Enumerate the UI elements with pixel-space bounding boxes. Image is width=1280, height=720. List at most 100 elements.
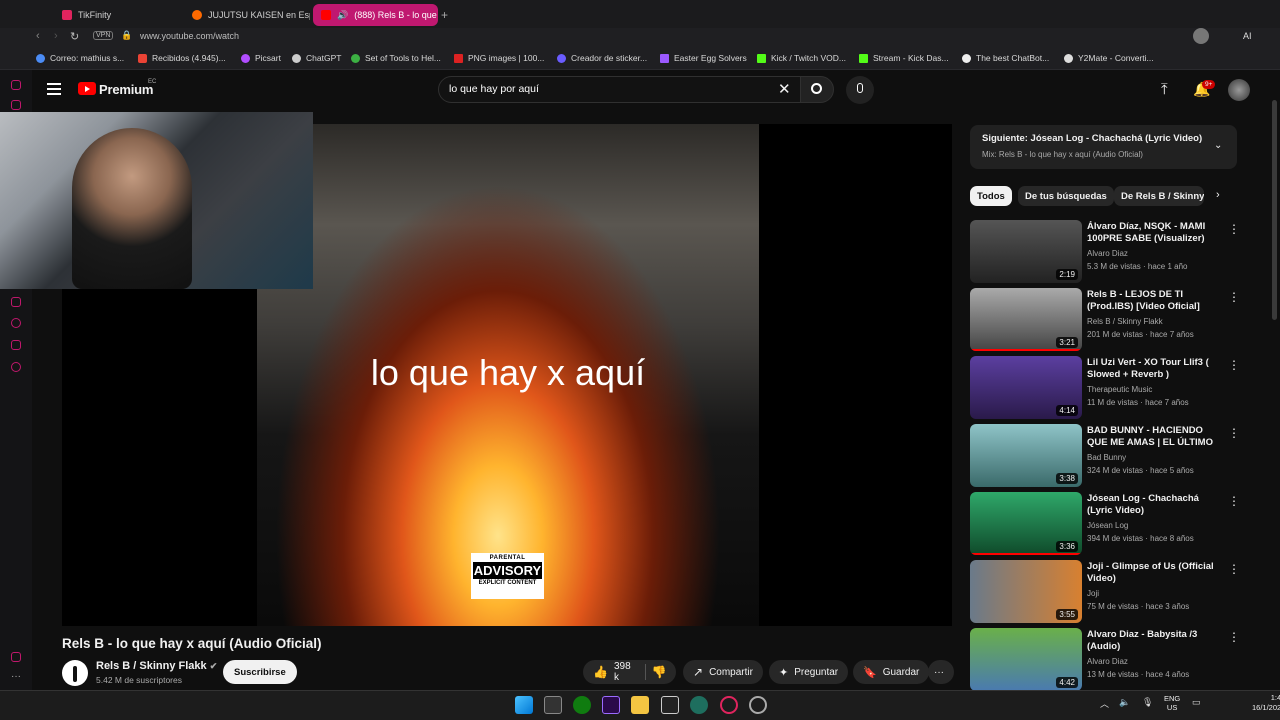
more-vertical-icon[interactable]: ⋮ [1228,630,1240,644]
bookmark-correo[interactable]: Correo: mathius s... [36,53,124,63]
list-item[interactable]: 2:19 Álvaro Díaz, NSQK - MAMI 100PRE SAB… [970,220,1250,284]
bookmark-png[interactable]: PNG images | 100... [454,53,544,63]
chip-de-tus-busquedas[interactable]: De tus búsquedas [1018,186,1114,206]
bookmark-tools[interactable]: Set of Tools to Hel... [351,53,441,63]
list-item[interactable]: 4:14 Lil Uzi Vert - XO Tour Llif3 ( Slow… [970,356,1250,420]
list-item[interactable]: 3:36 Jósean Log - Chachachá (Lyric Video… [970,492,1250,556]
language-indicator[interactable]: ENG US [1164,694,1180,712]
bookmark-chatgpt[interactable]: ChatGPT [292,53,341,63]
upload-icon[interactable]: ⤒ [1161,81,1168,98]
twitch-icon[interactable] [11,100,21,110]
hamburger-menu-icon[interactable] [47,83,61,95]
list-item[interactable]: 3:55 Joji - Glimpse of Us (Official Vide… [970,560,1250,624]
like-button[interactable]: 👍 398 k 👎 [583,660,676,684]
opera-gx-icon[interactable] [720,696,738,714]
more-vertical-icon[interactable]: ⋮ [1228,562,1240,576]
ask-button[interactable]: ✦ Preguntar [769,660,849,684]
bookmark-kick-twitch[interactable]: Kick / Twitch VOD... [757,53,846,63]
volume-icon[interactable]: 🔈 [1119,697,1130,708]
channel-avatar[interactable] [62,660,88,686]
xbox-icon[interactable] [573,696,591,714]
sticker-icon [557,53,566,63]
chip-de-rels-b[interactable]: De Rels B / Skinny [1114,186,1204,206]
video-thumbnail[interactable]: 3:36 [970,492,1082,555]
scrollbar[interactable] [1272,100,1277,320]
bookmark-kick-dash[interactable]: Stream - Kick Das... [859,53,949,63]
clear-search-icon[interactable]: ✕ [778,80,791,98]
more-vertical-icon[interactable]: ⋮ [1228,290,1240,304]
bookmark-easter-egg[interactable]: Easter Egg Solvers [660,53,747,63]
share-button[interactable]: ↗ Compartir [683,660,763,684]
chevron-down-icon[interactable]: ⌄ [1214,140,1222,151]
up-next-card[interactable] [970,125,1237,169]
save-button[interactable]: 🔖 Guardar [853,660,930,684]
bookmark-stickers[interactable]: Creador de sticker... [557,53,647,63]
list-item[interactable]: 3:38 BAD BUNNY - HACIENDO QUE ME AMAS | … [970,424,1250,488]
profile-avatar[interactable] [1193,28,1209,44]
mic-tray-icon[interactable]: 🎙 [1142,697,1153,708]
more-vertical-icon[interactable]: ⋮ [1228,426,1240,440]
chip-todos[interactable]: Todos [970,186,1012,206]
youtube-logo-icon[interactable] [78,82,96,95]
more-vertical-icon[interactable]: ⋮ [1228,494,1240,508]
voice-search-button[interactable] [846,76,874,104]
tab-youtube-active[interactable]: 🔊 (888) Rels B - lo que h [313,4,438,26]
capcut-icon[interactable] [661,696,679,714]
notion-icon[interactable] [544,696,562,714]
layers-icon[interactable] [11,297,21,307]
bookmark-y2mate[interactable]: Y2Mate - Converti... [1064,53,1154,63]
youtube-logo-text[interactable]: Premium [99,82,153,97]
subscribe-button[interactable]: Suscribirse [223,660,297,684]
system-clock[interactable]: 1:4516/1/2026 [1252,693,1280,713]
back-icon[interactable]: ‹ [36,30,40,42]
more-icon[interactable]: ··· [11,672,21,684]
bookmark-recibidos[interactable]: Recibidos (4.945)... [138,53,226,63]
more-vertical-icon[interactable]: ⋮ [1228,222,1240,236]
vpn-badge[interactable]: VPN [93,31,114,40]
video-thumbnail[interactable]: 3:21 [970,288,1082,351]
up-next-title[interactable]: Siguiente: Jósean Log - Chachachá (Lyric… [982,133,1202,144]
list-item[interactable]: 3:21 Rels B - LEJOS DE TI (Prod.IBS) [Vi… [970,288,1250,352]
picsart-icon [241,53,250,63]
search-input-value[interactable]: lo que hay por aquí [449,83,539,95]
bookmark-chatbot[interactable]: The best ChatBot... [962,53,1049,63]
account-avatar[interactable] [1228,79,1250,101]
clock-icon[interactable] [11,318,21,328]
thumbs-down-icon[interactable]: 👎 [652,665,667,679]
tray-chevron-icon[interactable]: ︿ [1100,697,1109,710]
bookmark-picsart[interactable]: Picsart [241,53,281,63]
more-vertical-icon[interactable]: ⋮ [1228,358,1240,372]
forward-icon[interactable]: › [54,30,58,42]
easter-egg-icon [660,53,669,63]
video-title: Rels B - lo que hay x aquí (Audio Oficia… [62,636,322,651]
youtube-favicon [321,10,331,20]
file-explorer-icon[interactable] [631,696,649,714]
tab-jujutsu[interactable]: JUJUTSU KAISEN en Esp [184,4,310,26]
video-thumbnail[interactable]: 4:14 [970,356,1082,419]
chevron-right-icon[interactable]: › [1216,189,1220,201]
video-thumbnail[interactable]: 2:19 [970,220,1082,283]
video-thumbnail[interactable]: 3:55 [970,560,1082,623]
network-icon[interactable]: ▭ [1192,697,1201,708]
more-actions-button[interactable]: ··· [928,660,954,684]
app-icon[interactable] [749,696,767,714]
box-icon[interactable] [11,340,21,350]
new-tab-button[interactable]: + [441,8,448,22]
video-thumbnail[interactable]: 3:38 [970,424,1082,487]
tab-tikfinity[interactable]: TikFinity [54,4,180,26]
obs-icon[interactable] [690,696,708,714]
channel-name[interactable]: Rels B / Skinny Flakk ✔ [96,660,217,672]
windows-start-icon[interactable] [515,696,533,714]
search-button[interactable] [800,76,834,103]
premiere-icon[interactable] [602,696,620,714]
ai-button[interactable]: AI [1243,31,1252,41]
video-thumbnail[interactable]: 4:42 [970,628,1082,691]
reload-icon[interactable]: ↻ [70,30,79,43]
list-item[interactable]: 4:42 Alvaro Diaz - Babysita /3 (Audio) A… [970,628,1250,692]
url-field[interactable]: www.youtube.com/watch [140,31,239,41]
settings-icon[interactable] [11,362,21,372]
up-next-mix: Mix: Rels B - lo que hay x aquí (Audio O… [982,150,1143,159]
chat-icon[interactable] [11,80,21,90]
gx-icon[interactable] [11,652,21,662]
speaker-icon[interactable]: 🔊 [337,10,348,21]
